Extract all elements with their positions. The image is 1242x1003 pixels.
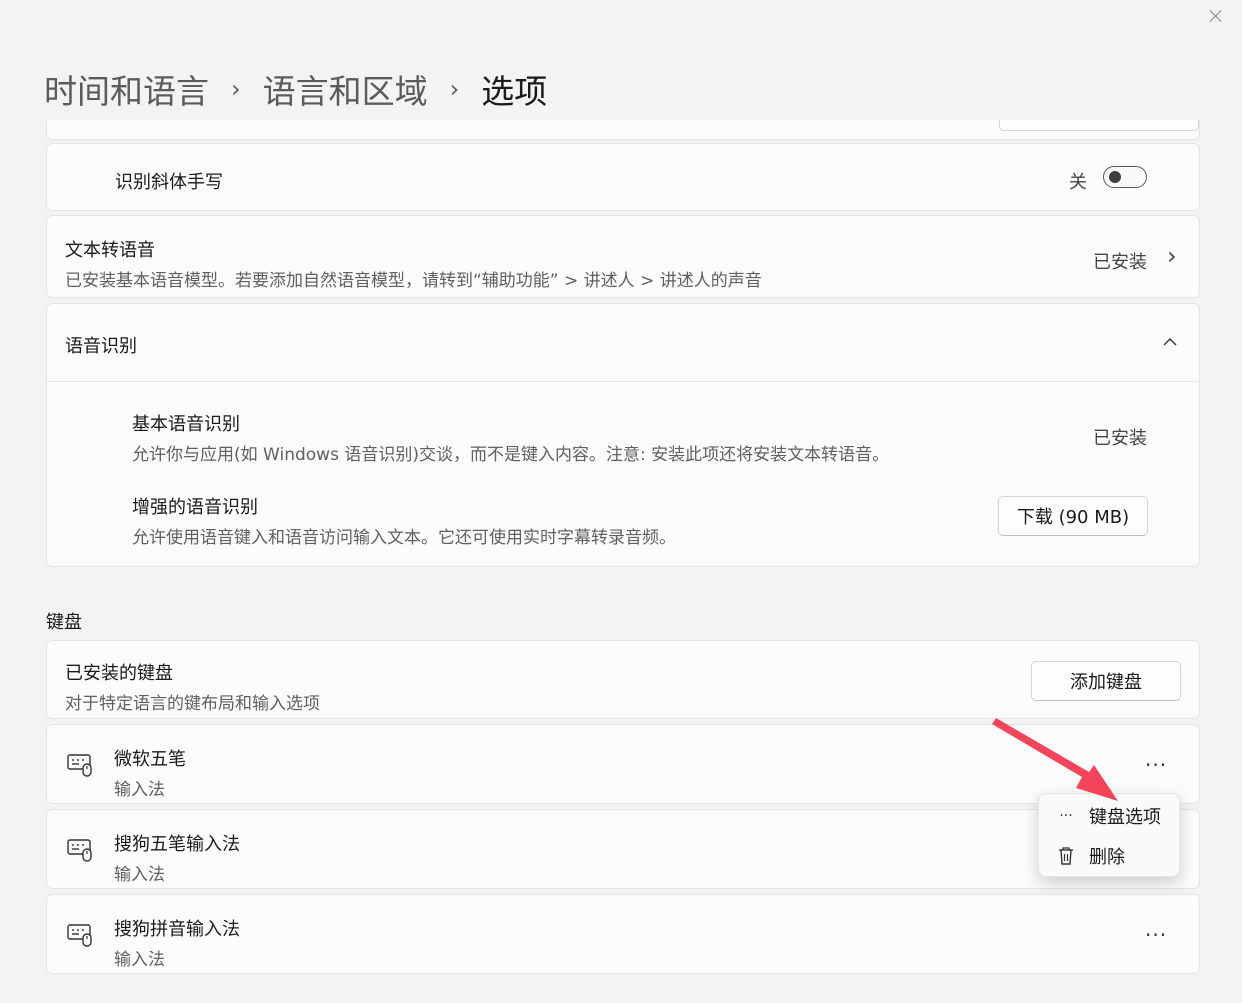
speech-recognition-expander: 语音识别 基本语音识别 允许你与应用(如 Windows 语音识别)交谈，而不是… bbox=[46, 303, 1200, 567]
trash-icon bbox=[1059, 847, 1073, 865]
menu-item-label: 删除 bbox=[1089, 847, 1125, 868]
breadcrumb-language-region[interactable]: 语言和区域 bbox=[263, 65, 428, 113]
keyboard-item-name: 搜狗五笔输入法 bbox=[114, 834, 240, 855]
more-options-icon: ··· bbox=[1059, 808, 1073, 824]
speech-recognition-title: 语音识别 bbox=[65, 336, 137, 357]
keyboard-icon bbox=[67, 754, 92, 777]
enhanced-speech-text: 增强的语音识别 允许使用语音键入和语音访问输入文本。它还可使用实时字幕转录音频。 bbox=[132, 493, 676, 548]
more-options-icon[interactable]: ··· bbox=[1145, 755, 1167, 775]
breadcrumb-time-language[interactable]: 时间和语言 bbox=[44, 65, 209, 113]
keyboard-icon bbox=[67, 839, 92, 862]
toggle-knob bbox=[1109, 171, 1121, 183]
keyboard-item-name: 微软五笔 bbox=[114, 749, 186, 770]
keyboard-item-type: 输入法 bbox=[114, 950, 165, 970]
keyboard-item-text: 微软五笔 输入法 bbox=[114, 745, 186, 800]
keyboard-item-type: 输入法 bbox=[114, 865, 165, 885]
tts-status: 已安装 bbox=[1093, 252, 1147, 273]
keyboard-icon bbox=[67, 924, 92, 947]
tts-text: 文本转语音 已安装基本语音模型。若要添加自然语音模型，请转到“辅助功能” > 讲… bbox=[65, 236, 762, 291]
enhanced-speech-description: 允许使用语音键入和语音访问输入文本。它还可使用实时字幕转录音频。 bbox=[132, 528, 676, 548]
enhanced-speech-title: 增强的语音识别 bbox=[132, 497, 258, 518]
installed-keyboards-title: 已安装的键盘 bbox=[65, 663, 173, 684]
installed-keyboards-row: 已安装的键盘 对于特定语言的键布局和输入选项 添加键盘 bbox=[46, 640, 1200, 719]
breadcrumb-separator-icon: › bbox=[231, 75, 241, 103]
scrolled-card-fragment bbox=[46, 120, 1200, 140]
keyboard-item: 搜狗拼音输入法 输入法 ··· bbox=[46, 894, 1200, 974]
basic-speech-text: 基本语音识别 允许你与应用(如 Windows 语音识别)交谈，而不是键入内容。… bbox=[132, 410, 889, 465]
basic-speech-title: 基本语音识别 bbox=[132, 414, 240, 435]
download-button[interactable]: 下载 (90 MB) bbox=[998, 496, 1148, 536]
keyboard-item: 搜狗五笔输入法 输入法 bbox=[46, 809, 1200, 889]
more-options-icon[interactable]: ··· bbox=[1145, 925, 1167, 945]
keyboard-item-name: 搜狗拼音输入法 bbox=[114, 919, 240, 940]
page-title: 选项 bbox=[481, 72, 548, 111]
basic-speech-description: 允许你与应用(如 Windows 语音识别)交谈，而不是键入内容。注意: 安装此… bbox=[132, 445, 890, 465]
menu-item-label: 键盘选项 bbox=[1089, 807, 1161, 828]
basic-speech-status: 已安装 bbox=[1093, 428, 1147, 449]
breadcrumb: 时间和语言 › 语言和区域 › 选项 bbox=[44, 64, 547, 114]
menu-item-keyboard-options[interactable]: ··· 键盘选项 bbox=[1039, 798, 1179, 834]
close-window-icon[interactable] bbox=[1206, 6, 1226, 26]
add-keyboard-button[interactable]: 添加键盘 bbox=[1031, 661, 1181, 701]
installed-keyboards-description: 对于特定语言的键布局和输入选项 bbox=[65, 694, 320, 714]
keyboard-item-type: 输入法 bbox=[114, 780, 165, 800]
toggle-state-label: 关 bbox=[1069, 172, 1087, 193]
keyboard-section-label: 键盘 bbox=[46, 612, 82, 633]
tts-title: 文本转语音 bbox=[65, 240, 155, 261]
tts-row[interactable]: 文本转语音 已安装基本语音模型。若要添加自然语音模型，请转到“辅助功能” > 讲… bbox=[46, 215, 1200, 298]
italic-handwriting-toggle[interactable] bbox=[1103, 166, 1147, 188]
italic-handwriting-row: 识别斜体手写 关 bbox=[46, 143, 1200, 211]
italic-handwriting-label: 识别斜体手写 bbox=[115, 172, 223, 193]
tts-description: 已安装基本语音模型。若要添加自然语音模型，请转到“辅助功能” > 讲述人 > 讲… bbox=[65, 271, 762, 291]
keyboard-item-text: 搜狗拼音输入法 输入法 bbox=[114, 915, 240, 970]
chevron-up-icon bbox=[1163, 338, 1177, 346]
installed-keyboards-text: 已安装的键盘 对于特定语言的键布局和输入选项 bbox=[65, 659, 320, 714]
breadcrumb-separator-icon: › bbox=[449, 75, 460, 103]
keyboard-item-text: 搜狗五笔输入法 输入法 bbox=[114, 830, 240, 885]
menu-item-delete[interactable]: 删除 bbox=[1039, 838, 1179, 874]
speech-recognition-header[interactable]: 语音识别 bbox=[47, 304, 1199, 382]
scrolled-button-fragment bbox=[999, 120, 1199, 131]
chevron-right-icon: › bbox=[1167, 242, 1177, 270]
keyboard-context-menu: ··· 键盘选项 删除 bbox=[1038, 793, 1180, 877]
keyboard-item: 微软五笔 输入法 ··· bbox=[46, 724, 1200, 804]
